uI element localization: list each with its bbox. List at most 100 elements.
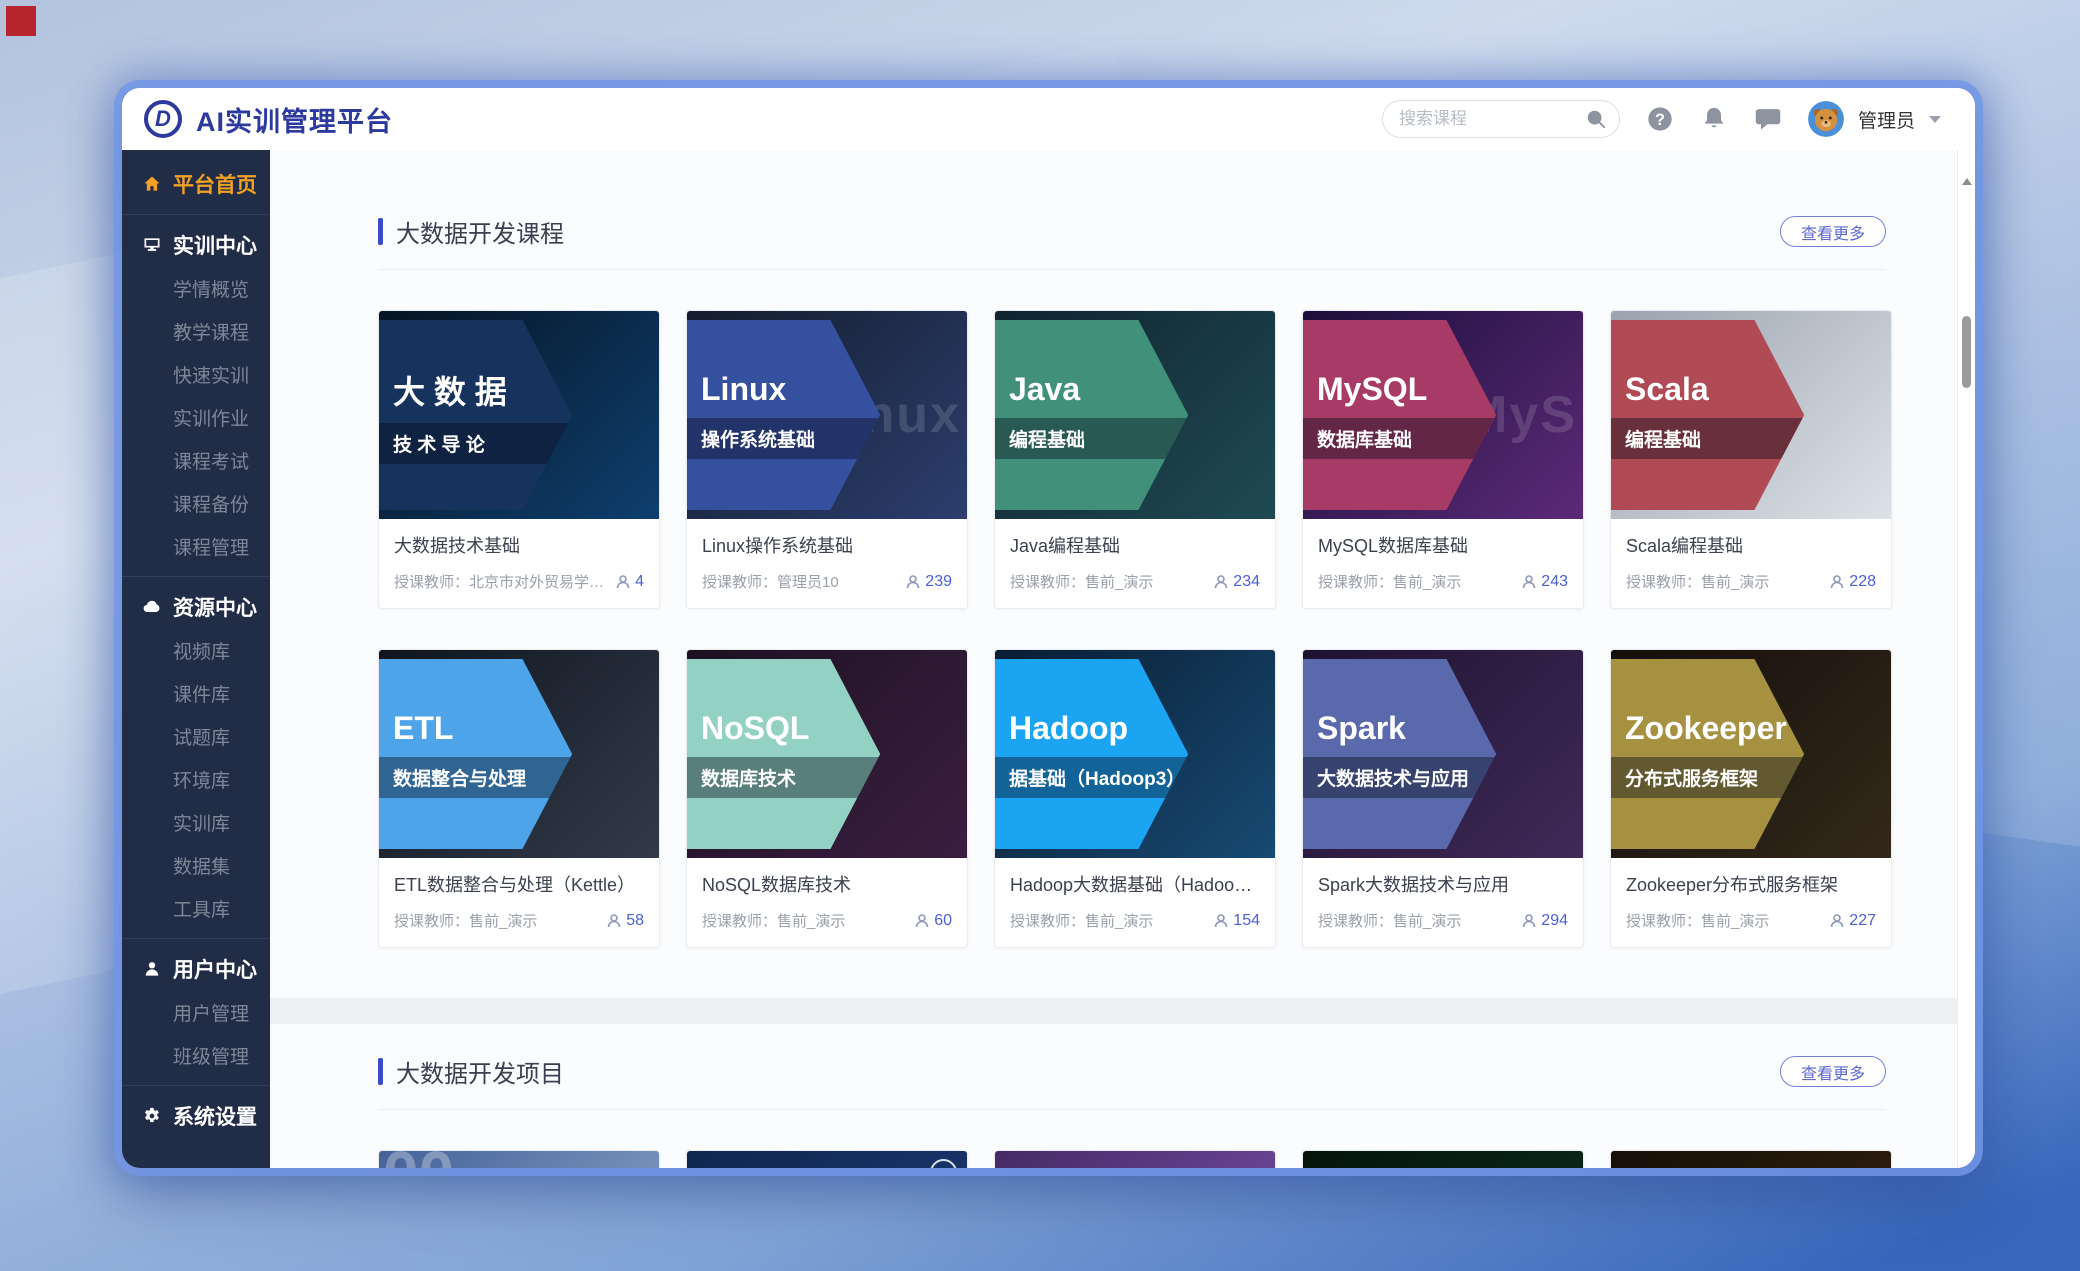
cover-banner: NoSQL 数据库技术 <box>687 659 880 849</box>
sidebar-subitem[interactable]: 教学课程 <box>122 310 270 353</box>
user-icon <box>142 959 162 979</box>
course-info: MySQL数据库基础 授课教师：售前_演示 243 <box>1303 519 1583 608</box>
course-teacher: 授课教师：售前_演示 <box>394 910 598 931</box>
course-card[interactable]: Java 编程基础 Java编程基础 授课教师：售前_演示 234 <box>994 310 1276 609</box>
cover-banner-title: Hadoop <box>995 710 1188 747</box>
course-title: Scala编程基础 <box>1626 532 1876 558</box>
chevron-down-icon[interactable] <box>1929 116 1941 123</box>
cover-banner-title: Linux <box>687 371 880 408</box>
app-title: AI实训管理平台 <box>196 100 393 139</box>
app-logo-icon: D <box>144 100 182 138</box>
sidebar-subitem[interactable]: 实训作业 <box>122 396 270 439</box>
course-card[interactable]: ETL 数据整合与处理 ETL数据整合与处理（Kettle） 授课教师：售前_演… <box>378 649 660 948</box>
course-info: 大数据技术基础 授课教师：北京市对外贸易学校教... 4 <box>379 519 659 608</box>
scrollbar-thumb[interactable] <box>1962 316 1971 388</box>
section-divider <box>378 1109 1886 1110</box>
cover-banner: Linux 操作系统基础 <box>687 320 880 510</box>
course-info: ETL数据整合与处理（Kettle） 授课教师：售前_演示 58 <box>379 858 659 947</box>
course-title: ETL数据整合与处理（Kettle） <box>394 871 644 897</box>
sidebar-item[interactable]: 平台首页 <box>122 162 270 206</box>
sidebar-menu: 平台首页实训中心学情概览教学课程快速实训实训作业课程考试课程备份课程管理资源中心… <box>122 162 270 1138</box>
bell-icon[interactable] <box>1700 105 1728 133</box>
student-count-wrap: 4 <box>615 573 644 591</box>
user-name[interactable]: 管理员 <box>1858 106 1915 133</box>
course-card[interactable]: Hadoop 据基础（Hadoop3） Hadoop大数据基础（Hadoop3）… <box>994 649 1276 948</box>
project-card[interactable]: ••• 大数据开发案例 <box>686 1150 968 1168</box>
search-input[interactable] <box>1399 109 1585 129</box>
sidebar-subitem[interactable]: 班级管理 <box>122 1034 270 1077</box>
project-card[interactable]: ••• 大数据开发案例 <box>994 1150 1276 1168</box>
sidebar-subitem[interactable]: 学情概览 <box>122 267 270 310</box>
sidebar-item-label: 用户中心 <box>173 954 257 984</box>
course-cover: Scala 编程基础 <box>1611 311 1891 519</box>
course-card[interactable]: NoSQL 数据库技术 NoSQL数据库技术 授课教师：售前_演示 60 <box>686 649 968 948</box>
search-icon[interactable] <box>1585 108 1607 130</box>
scrollbar-track[interactable] <box>1957 150 1975 1168</box>
sidebar-item-label: 实训中心 <box>173 230 257 260</box>
sidebar-subitem[interactable]: 课程考试 <box>122 439 270 482</box>
project-card[interactable]: ••• 大数据开发案例 <box>1610 1150 1892 1168</box>
help-icon[interactable]: ? <box>1646 105 1674 133</box>
sidebar: 平台首页实训中心学情概览教学课程快速实训实训作业课程考试课程备份课程管理资源中心… <box>122 150 270 1168</box>
course-cover: 大 数 据 技 术 导 论 <box>379 311 659 519</box>
cover-banner: Scala 编程基础 <box>1611 320 1804 510</box>
course-card[interactable]: 大 数 据 技 术 导 论 大数据技术基础 授课教师：北京市对外贸易学校教...… <box>378 310 660 609</box>
courses-view-more-button[interactable]: 查看更多 <box>1780 216 1886 247</box>
projects-section-header: 大数据开发项目 查看更多 <box>378 1054 1886 1089</box>
course-card[interactable]: Spark 大数据技术与应用 Spark大数据技术与应用 授课教师：售前_演示 … <box>1302 649 1584 948</box>
cover-banner: MySQL 数据库基础 <box>1303 320 1496 510</box>
course-title: MySQL数据库基础 <box>1318 532 1568 558</box>
course-teacher: 授课教师：售前_演示 <box>1626 571 1821 592</box>
course-card[interactable]: MyS MySQL 数据库基础 MySQL数据库基础 授课教师：售前_演示 24… <box>1302 310 1584 609</box>
projects-view-more-button[interactable]: 查看更多 <box>1780 1056 1886 1087</box>
sidebar-item[interactable]: 用户中心 <box>122 947 270 991</box>
cover-banner-subtitle: 技 术 导 论 <box>379 423 572 464</box>
cover-banner-subtitle: 大数据技术与应用 <box>1303 757 1496 798</box>
cover-banner: Zookeeper 分布式服务框架 <box>1611 659 1804 849</box>
sidebar-subitem[interactable]: 课件库 <box>122 672 270 715</box>
sidebar-item[interactable]: 系统设置 <box>122 1094 270 1138</box>
sidebar-subitem[interactable]: 实训库 <box>122 801 270 844</box>
student-count: 58 <box>626 912 644 930</box>
course-card[interactable]: inux Linux 操作系统基础 Linux操作系统基础 授课教师：管理员10… <box>686 310 968 609</box>
cover-banner: Hadoop 据基础（Hadoop3） <box>995 659 1188 849</box>
course-meta: 授课教师：售前_演示 154 <box>1010 910 1260 931</box>
course-card[interactable]: Scala 编程基础 Scala编程基础 授课教师：售前_演示 228 <box>1610 310 1892 609</box>
sidebar-subitem[interactable]: 课程管理 <box>122 525 270 568</box>
user-avatar[interactable] <box>1808 101 1844 137</box>
project-card[interactable]: ••• 大数据开发案例 <box>1302 1150 1584 1168</box>
sidebar-item[interactable]: 资源中心 <box>122 585 270 629</box>
cover-banner: Java 编程基础 <box>995 320 1188 510</box>
scroll-up-arrow[interactable] <box>1962 178 1972 185</box>
student-count-icon <box>1829 913 1845 929</box>
sidebar-subitem[interactable]: 用户管理 <box>122 991 270 1034</box>
cover-banner: Spark 大数据技术与应用 <box>1303 659 1496 849</box>
course-cover: Spark 大数据技术与应用 <box>1303 650 1583 858</box>
desktop-corner-mark <box>6 6 36 36</box>
header-actions: ? 管理员 <box>1382 100 1941 138</box>
student-count-icon <box>905 574 921 590</box>
cover-banner-subtitle: 操作系统基础 <box>687 418 880 459</box>
student-count: 294 <box>1541 912 1568 930</box>
project-grid: 00 ••• 大数据开发案例 ••• 大数据开发案例 ••• 大数据开发案例 •… <box>378 1150 1886 1168</box>
course-card[interactable]: Zookeeper 分布式服务框架 Zookeeper分布式服务框架 授课教师：… <box>1610 649 1892 948</box>
sidebar-subitem[interactable]: 工具库 <box>122 887 270 930</box>
course-title: NoSQL数据库技术 <box>702 871 952 897</box>
sidebar-subitem[interactable]: 快速实训 <box>122 353 270 396</box>
chat-icon[interactable] <box>1754 105 1782 133</box>
desktop-background: D AI实训管理平台 ? <box>0 0 2080 1271</box>
ellipsis-icon: ••• <box>930 1159 957 1168</box>
sidebar-subitem[interactable]: 环境库 <box>122 758 270 801</box>
sidebar-subitem[interactable]: 视频库 <box>122 629 270 672</box>
sidebar-subitem[interactable]: 数据集 <box>122 844 270 887</box>
course-info: Zookeeper分布式服务框架 授课教师：售前_演示 227 <box>1611 858 1891 947</box>
sidebar-subitem[interactable]: 试题库 <box>122 715 270 758</box>
sidebar-item[interactable]: 实训中心 <box>122 223 270 267</box>
cover-banner: ETL 数据整合与处理 <box>379 659 572 849</box>
course-meta: 授课教师：售前_演示 58 <box>394 910 644 931</box>
course-info: Java编程基础 授课教师：售前_演示 234 <box>995 519 1275 608</box>
project-card[interactable]: 00 ••• 大数据开发案例 <box>378 1150 660 1168</box>
active-page-notch <box>270 284 283 306</box>
search-box[interactable] <box>1382 100 1620 138</box>
sidebar-subitem[interactable]: 课程备份 <box>122 482 270 525</box>
